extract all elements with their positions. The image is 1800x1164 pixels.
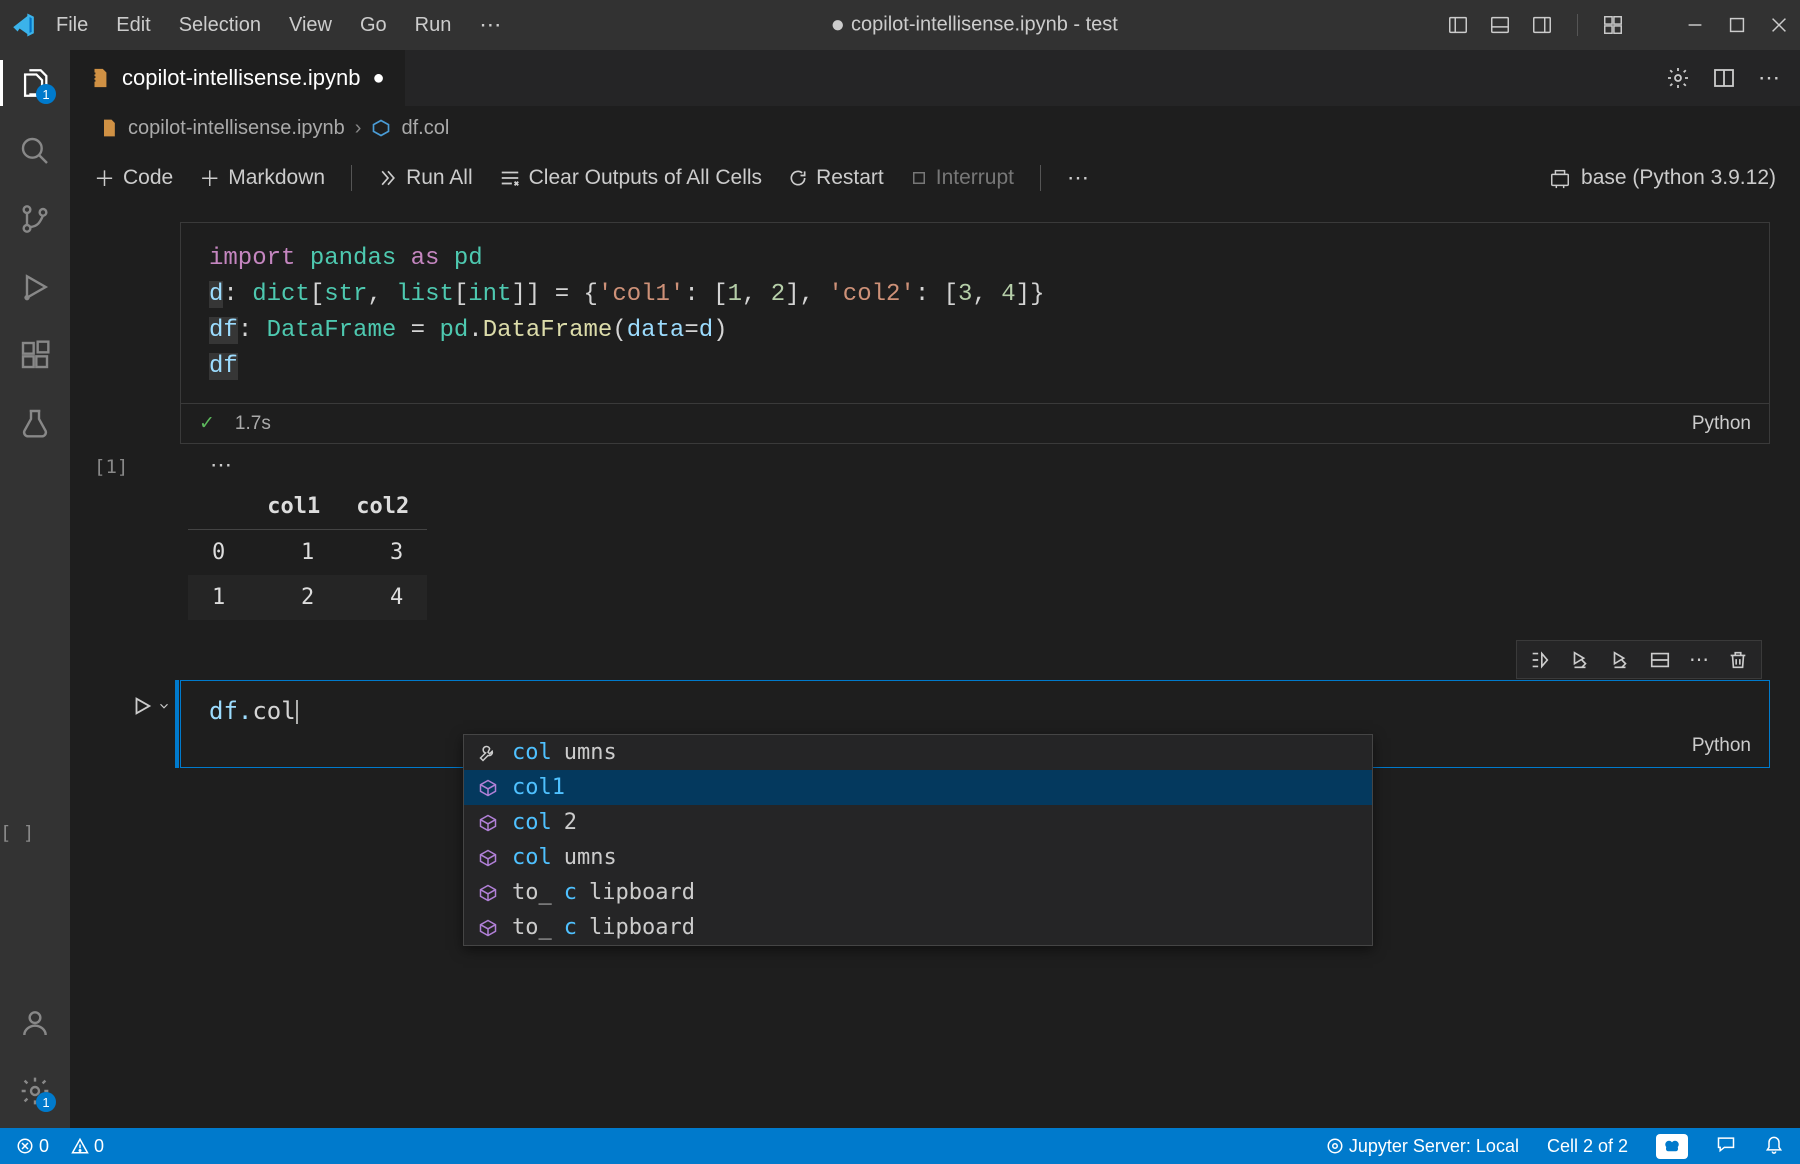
status-errors[interactable]: 0 [16, 1136, 49, 1157]
search-icon[interactable] [18, 134, 52, 168]
cell-output-more-icon[interactable]: ⋯ [210, 452, 1770, 478]
run-by-line-icon[interactable] [1529, 649, 1551, 671]
explorer-badge: 1 [36, 84, 56, 104]
feedback-icon[interactable] [1716, 1134, 1736, 1159]
vscode-logo-icon [10, 12, 36, 38]
success-check-icon: ✓ [199, 412, 215, 435]
suggestion-item[interactable]: columns [464, 840, 1372, 875]
settings-gear-icon[interactable]: 1 [18, 1074, 52, 1108]
notebook-body: [1] import pandas as pd d: dict[str, lis… [70, 206, 1800, 1128]
notebook-file-icon [90, 67, 110, 89]
menu-run[interactable]: Run [415, 14, 452, 37]
cell-language-label[interactable]: Python [1692, 735, 1751, 757]
suggestion-item[interactable]: columns [464, 735, 1372, 770]
menu-view[interactable]: View [289, 14, 332, 37]
explorer-icon[interactable]: 1 [18, 66, 52, 100]
menu-overflow-icon[interactable]: ⋯ [479, 12, 501, 38]
status-jupyter-server[interactable]: Jupyter Server: Local [1326, 1136, 1519, 1157]
menu-edit[interactable]: Edit [116, 14, 150, 37]
delete-cell-icon[interactable] [1727, 649, 1749, 671]
status-cell-position[interactable]: Cell 2 of 2 [1547, 1136, 1628, 1157]
kernel-selector[interactable]: base (Python 3.9.12) [1549, 166, 1776, 190]
close-window-icon[interactable] [1768, 14, 1790, 36]
variable-icon [371, 118, 391, 138]
cell-toolbar: ⋯ [1516, 640, 1762, 679]
editor-tab[interactable]: copilot-intellisense.ipynb ● [70, 50, 405, 106]
tab-filename: copilot-intellisense.ipynb [122, 65, 360, 91]
dirty-dot-icon: ● [831, 11, 846, 38]
window-title: ●copilot-intellisense.ipynb - test [501, 11, 1447, 39]
maximize-icon[interactable] [1726, 14, 1748, 36]
menu-file[interactable]: File [56, 14, 88, 37]
layout-sidebar-left-icon[interactable] [1447, 14, 1469, 36]
suggestion-item[interactable]: col1 [464, 770, 1372, 805]
run-debug-icon[interactable] [18, 270, 52, 304]
split-cell-icon[interactable] [1649, 649, 1671, 671]
more-actions-icon[interactable]: ⋯ [1758, 65, 1780, 91]
intellisense-popup[interactable]: columnscol1col2columnsto_clipboardto_cli… [463, 734, 1373, 946]
cell-runtime: 1.7s [235, 413, 271, 435]
menu-selection[interactable]: Selection [179, 14, 261, 37]
execute-below-icon[interactable] [1609, 649, 1631, 671]
code-editor-input[interactable]: df.col [181, 681, 1769, 729]
menubar: File Edit Selection View Go Run [56, 14, 451, 37]
minimize-icon[interactable] [1684, 14, 1706, 36]
output-dataframe-table: col1col2013124 [188, 484, 427, 620]
notifications-bell-icon[interactable] [1764, 1134, 1784, 1159]
execute-above-icon[interactable] [1569, 649, 1591, 671]
copilot-status-icon[interactable] [1656, 1134, 1688, 1159]
layout-panel-icon[interactable] [1489, 14, 1511, 36]
breadcrumb-symbol[interactable]: df.col [401, 117, 449, 140]
source-control-icon[interactable] [18, 202, 52, 236]
code-cell-editor[interactable]: import pandas as pd d: dict[str, list[in… [180, 222, 1770, 404]
cell-exec-count: [1] [94, 456, 128, 478]
tab-settings-gear-icon[interactable] [1666, 66, 1690, 90]
toolbar-overflow-icon[interactable]: ⋯ [1067, 165, 1089, 191]
notebook-file-icon [100, 118, 118, 138]
chevron-right-icon: › [355, 117, 362, 140]
window-controls [1447, 14, 1790, 36]
run-cell-button[interactable] [131, 695, 171, 717]
suggestion-item[interactable]: to_clipboard [464, 875, 1372, 910]
clear-outputs-button[interactable]: Clear Outputs of All Cells [499, 166, 762, 190]
suggestion-item[interactable]: to_clipboard [464, 910, 1372, 945]
cell-more-icon[interactable]: ⋯ [1689, 647, 1709, 672]
cell-language-label[interactable]: Python [1692, 413, 1751, 435]
run-all-button[interactable]: Run All [378, 166, 473, 190]
tab-dirty-icon: ● [372, 67, 384, 90]
breadcrumb-file[interactable]: copilot-intellisense.ipynb [128, 117, 345, 140]
customize-layout-icon[interactable] [1602, 14, 1624, 36]
titlebar: File Edit Selection View Go Run ⋯ ●copilot-in… [0, 0, 1800, 50]
editor-group: copilot-intellisense.ipynb ● ⋯ copilot-i… [70, 50, 1800, 1128]
restart-kernel-button[interactable]: Restart [788, 166, 884, 190]
activity-bar: 1 1 [0, 50, 70, 1128]
notebook-toolbar: ＋Code ＋Markdown Run All Clear Outputs of… [70, 150, 1800, 206]
cell-exec-count: [ ] [0, 822, 34, 844]
breadcrumb[interactable]: copilot-intellisense.ipynb › df.col [70, 106, 1800, 150]
suggestion-item[interactable]: col2 [464, 805, 1372, 840]
settings-badge: 1 [36, 1092, 56, 1112]
menu-go[interactable]: Go [360, 14, 387, 37]
editor-tab-bar: copilot-intellisense.ipynb ● ⋯ [70, 50, 1800, 106]
add-code-cell-button[interactable]: ＋Code [94, 163, 173, 193]
cell-status-bar: ✓ 1.7s Python [180, 404, 1770, 444]
add-markdown-cell-button[interactable]: ＋Markdown [199, 163, 325, 193]
status-bar: 0 0 Jupyter Server: Local Cell 2 of 2 [0, 1128, 1800, 1164]
split-editor-icon[interactable] [1712, 66, 1736, 90]
layout-sidebar-right-icon[interactable] [1531, 14, 1553, 36]
status-warnings[interactable]: 0 [71, 1136, 104, 1157]
accounts-icon[interactable] [18, 1006, 52, 1040]
testing-icon[interactable] [18, 406, 52, 440]
extensions-icon[interactable] [18, 338, 52, 372]
active-code-cell[interactable]: df.col Python columnscol1col2columnsto_c… [180, 680, 1770, 768]
interrupt-kernel-button[interactable]: Interrupt [910, 166, 1014, 190]
